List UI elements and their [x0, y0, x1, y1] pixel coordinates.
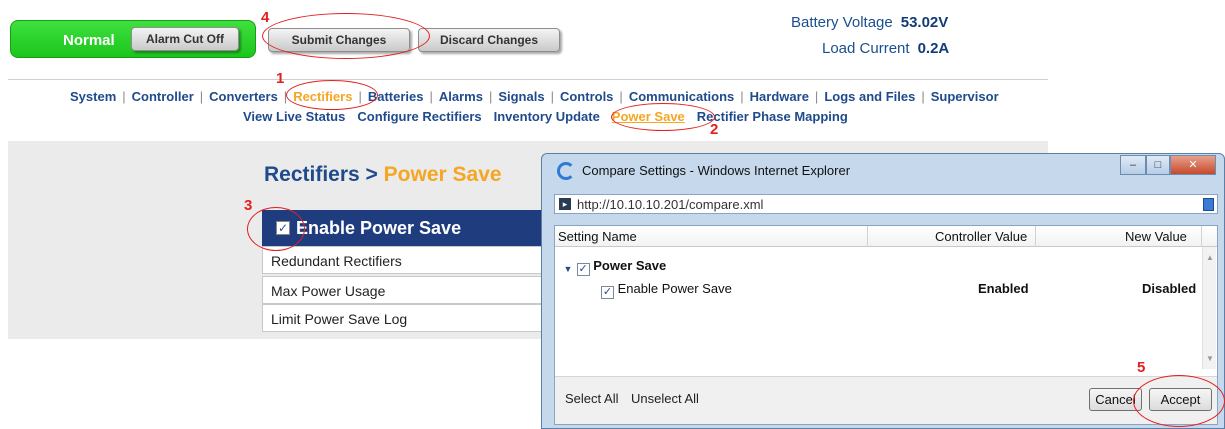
- compare-table: Setting Name Controller Value New Value …: [554, 225, 1218, 425]
- compare-settings-dialog: Compare Settings - Windows Internet Expl…: [541, 153, 1225, 429]
- annotation-5: 5: [1137, 359, 1146, 376]
- load-current-readout: Load Current 0.2A: [822, 40, 949, 57]
- annotation-ellipse-1: [286, 80, 378, 110]
- annotation-ellipse-4: [262, 13, 430, 59]
- column-setting-name[interactable]: Setting Name: [558, 229, 637, 244]
- group-checkbox[interactable]: ✓: [576, 263, 590, 276]
- header-divider: [8, 79, 1048, 80]
- breadcrumb-current: Power Save: [383, 163, 502, 186]
- minimize-icon[interactable]: –: [1120, 155, 1146, 175]
- nav-converters[interactable]: Converters: [209, 89, 278, 104]
- subnav-configure-rectifiers[interactable]: Configure Rectifiers: [357, 109, 481, 124]
- main-nav: System | Controller | Converters | Rectifiers |…: [70, 89, 999, 104]
- vertical-scrollbar[interactable]: ▲ ▼: [1202, 247, 1216, 369]
- ie-icon: [557, 162, 575, 180]
- discard-changes-button[interactable]: Discard Changes: [418, 28, 560, 52]
- nav-controls[interactable]: Controls: [560, 89, 613, 104]
- nav-alarms[interactable]: Alarms: [439, 89, 483, 104]
- nav-signals[interactable]: Signals: [498, 89, 544, 104]
- annotation-ellipse-5: [1133, 375, 1225, 427]
- annotation-1: 1: [276, 70, 285, 87]
- dialog-title: Compare Settings - Windows Internet Expl…: [582, 163, 851, 178]
- address-bar[interactable]: ▸ http://10.10.10.201/compare.xml: [554, 194, 1218, 214]
- enable-power-save-header: ✓ Enable Power Save: [262, 210, 552, 246]
- subnav-inventory-update[interactable]: Inventory Update: [494, 109, 600, 124]
- scroll-down-icon[interactable]: ▼: [1206, 354, 1214, 363]
- group-label: Power Save: [593, 258, 667, 273]
- maximize-icon[interactable]: □: [1146, 155, 1170, 175]
- breadcrumb-parent: Rectifiers >: [264, 163, 378, 186]
- subnav-rectifier-phase-mapping[interactable]: Rectifier Phase Mapping: [697, 109, 848, 124]
- tree-group-power-save: ▼ ✓ Power Save: [563, 258, 666, 277]
- column-controller-value[interactable]: Controller Value: [935, 229, 1027, 244]
- page-title: Rectifiers > Power Save: [264, 163, 502, 187]
- select-all-link[interactable]: Select All: [565, 391, 618, 406]
- annotation-2: 2: [710, 121, 719, 138]
- setting-row: Limit Power Save Log: [262, 304, 552, 332]
- column-new-value[interactable]: New Value: [1125, 229, 1187, 244]
- nav-system[interactable]: System: [70, 89, 116, 104]
- nav-controller[interactable]: Controller: [132, 89, 194, 104]
- setting-row: Max Power Usage: [262, 276, 552, 304]
- column-header: Setting Name Controller Value New Value: [555, 226, 1217, 247]
- close-icon[interactable]: ✕: [1170, 155, 1216, 175]
- compat-view-icon[interactable]: [1203, 198, 1214, 211]
- nav-communications[interactable]: Communications: [629, 89, 734, 104]
- load-current-label: Load Current: [822, 40, 910, 57]
- address-url: http://10.10.10.201/compare.xml: [577, 197, 764, 212]
- scroll-up-icon[interactable]: ▲: [1206, 253, 1214, 262]
- controller-value-cell: Enabled: [978, 281, 1029, 296]
- annotation-ellipse-3: [247, 207, 305, 251]
- battery-voltage-label: Battery Voltage: [791, 14, 893, 31]
- collapse-arrow-icon[interactable]: ▼: [563, 264, 573, 277]
- new-value-cell: Disabled: [1142, 281, 1197, 296]
- nav-supervisor[interactable]: Supervisor: [931, 89, 999, 104]
- nav-hardware[interactable]: Hardware: [750, 89, 809, 104]
- page-favicon-icon: ▸: [559, 198, 571, 210]
- battery-voltage-value: 53.02V: [900, 14, 949, 31]
- status-text: Normal: [63, 32, 115, 49]
- item-checkbox[interactable]: ✓: [601, 286, 614, 299]
- sub-nav: View Live Status Configure Rectifiers Inve…: [243, 109, 860, 124]
- window-controls: – □ ✕: [1120, 155, 1216, 175]
- unselect-all-link[interactable]: Unselect All: [631, 391, 699, 406]
- battery-voltage-readout: Battery Voltage 53.02V: [791, 14, 948, 31]
- dialog-footer: Select All Unselect All Cancel Accept: [555, 376, 1217, 424]
- status-indicator: Normal Alarm Cut Off: [10, 20, 256, 58]
- annotation-4: 4: [261, 9, 270, 26]
- item-label: Enable Power Save: [617, 281, 732, 296]
- enable-power-save-label: Enable Power Save: [296, 218, 462, 238]
- annotation-ellipse-2: [611, 103, 715, 131]
- setting-row: Redundant Rectifiers: [262, 246, 552, 274]
- subnav-view-live-status[interactable]: View Live Status: [243, 109, 345, 124]
- alarm-cut-off-button[interactable]: Alarm Cut Off: [131, 27, 239, 51]
- tree-item-enable-power-save: ✓ Enable Power Save: [601, 281, 732, 299]
- nav-logs-and-files[interactable]: Logs and Files: [824, 89, 915, 104]
- load-current-value: 0.2A: [917, 40, 950, 57]
- annotation-3: 3: [244, 197, 253, 214]
